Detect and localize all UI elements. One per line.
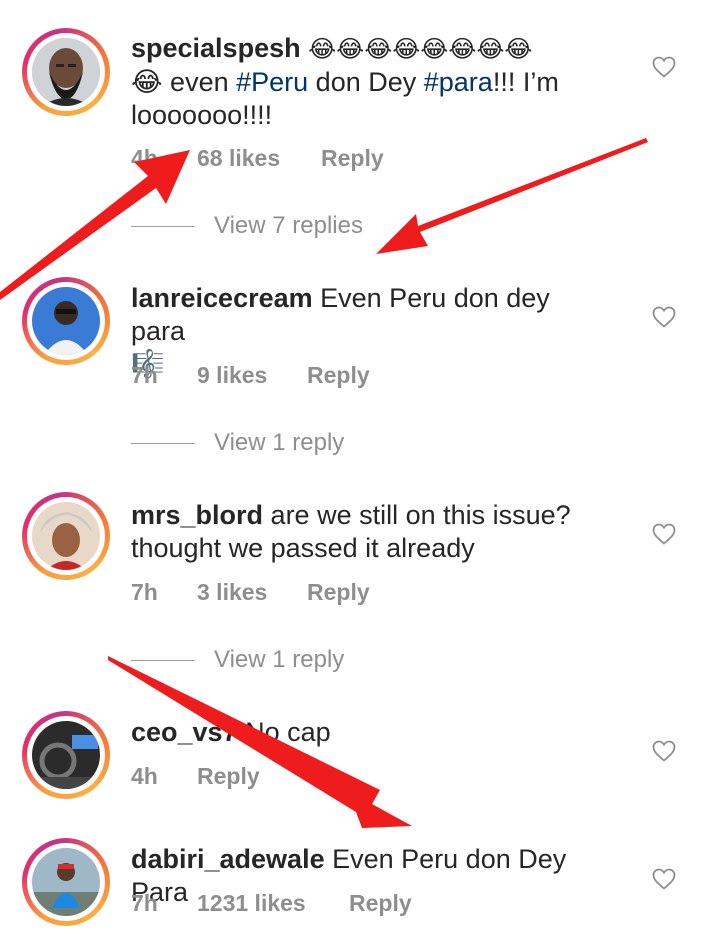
likes-count[interactable]: 1231 likes xyxy=(197,890,306,917)
likes-count[interactable]: 3 likes xyxy=(197,579,267,606)
annotation-overlay xyxy=(0,138,648,828)
timestamp: 4h xyxy=(131,763,158,789)
comment-text: ceo_vs7 No cap xyxy=(131,717,331,747)
avatar[interactable] xyxy=(22,492,110,580)
heart-outline-icon[interactable] xyxy=(652,306,676,328)
avatar[interactable] xyxy=(22,28,110,116)
username[interactable]: ceo_vs7 xyxy=(131,717,238,747)
timestamp: 7h xyxy=(131,362,158,388)
heart-outline-icon[interactable] xyxy=(652,56,676,78)
timestamp: 7h xyxy=(131,890,158,916)
likes-count[interactable]: 68 likes xyxy=(197,145,280,172)
timestamp: 4h xyxy=(131,145,158,171)
heart-outline-icon[interactable] xyxy=(652,740,676,762)
avatar[interactable] xyxy=(22,277,110,365)
heart-outline-icon[interactable] xyxy=(652,523,676,545)
view-replies-button[interactable]: View 7 replies xyxy=(131,212,431,242)
comment-text: mrs_blord are we still on this issue? th… xyxy=(131,500,571,563)
username[interactable]: lanreicecream xyxy=(131,283,313,313)
view-replies-button[interactable]: View 1 reply xyxy=(131,646,431,676)
comment-text: specialspesh 😂😂😂😂😂😂😂😂 😂 even #Peru don D… xyxy=(131,33,559,130)
username[interactable]: dabiri_adewale xyxy=(131,844,325,874)
avatar[interactable] xyxy=(22,838,110,926)
reply-button[interactable]: Reply xyxy=(321,145,384,172)
reply-button[interactable]: Reply xyxy=(197,763,260,790)
reply-button[interactable]: Reply xyxy=(307,579,370,606)
avatar[interactable] xyxy=(22,711,110,799)
username[interactable]: mrs_blord xyxy=(131,500,263,530)
heart-outline-icon[interactable] xyxy=(652,868,676,890)
hashtag-link[interactable]: #Peru xyxy=(236,67,308,97)
reply-button[interactable]: Reply xyxy=(307,362,370,389)
timestamp: 7h xyxy=(131,579,158,605)
reply-button[interactable]: Reply xyxy=(349,890,412,917)
username[interactable]: specialspesh xyxy=(131,33,301,63)
likes-count[interactable]: 9 likes xyxy=(197,362,267,389)
emoji-text: 😂😂😂😂😂😂😂😂 xyxy=(308,36,533,63)
view-replies-button[interactable]: View 1 reply xyxy=(131,429,431,459)
hashtag-link[interactable]: #para xyxy=(424,67,493,97)
